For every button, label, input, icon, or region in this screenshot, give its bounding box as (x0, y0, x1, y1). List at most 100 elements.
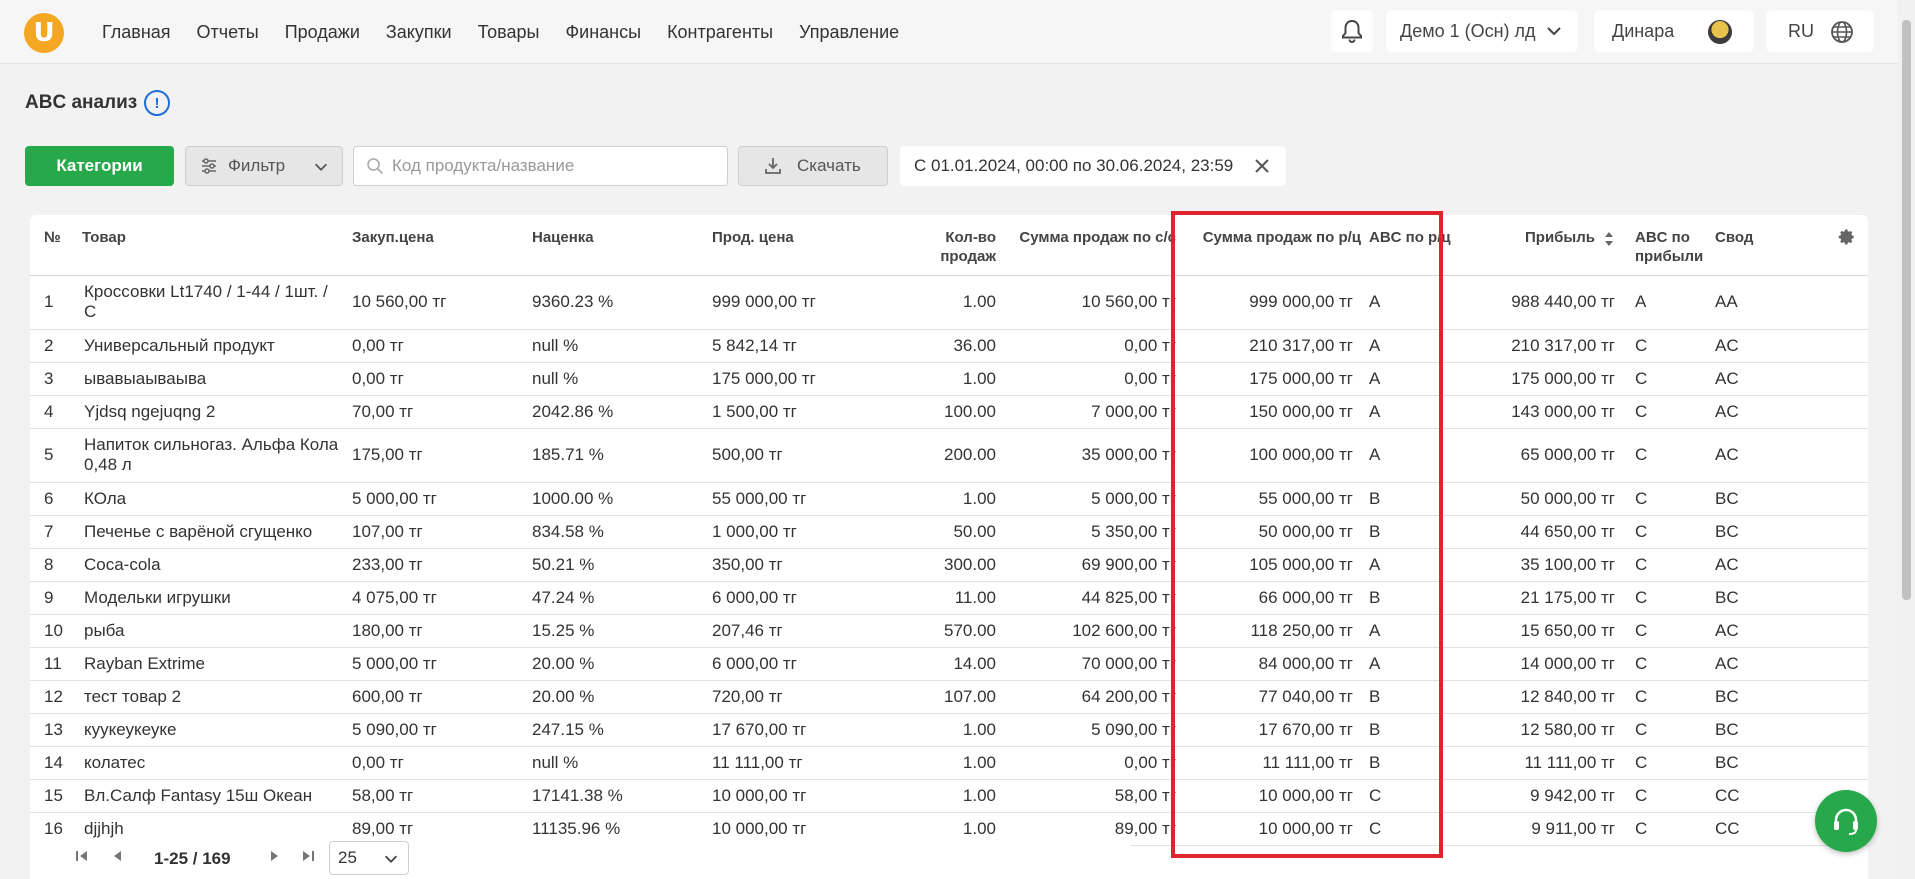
row-num: 13 (30, 713, 78, 747)
nav-home[interactable]: Главная (102, 22, 171, 43)
last-page-icon[interactable] (300, 848, 316, 864)
row-abc-retail: B (1365, 680, 1457, 714)
avatar (1708, 20, 1732, 44)
row-markup: null % (528, 362, 708, 396)
table-row[interactable]: 7 Печенье с варёной сгущенко 107,00 тг 834.… (30, 515, 1868, 549)
col-abc-profit-header[interactable]: ABC по прибыли (1619, 215, 1711, 276)
row-abc-profit: C (1619, 548, 1711, 582)
table-row[interactable]: 11 Rayban Extrime 5 000,00 тг 20.00 % 6 000,… (30, 647, 1868, 681)
page-size-select[interactable]: 25 (329, 841, 409, 875)
table-row[interactable]: 9 Модельки игрушки 4 075,00 тг 47.24 % 6 000… (30, 581, 1868, 615)
row-summary: AC (1711, 647, 1868, 681)
nav-counterparties[interactable]: Контрагенты (667, 22, 773, 43)
col-sum-retail-header[interactable]: Сумма продаж по р/ц (1180, 215, 1365, 276)
sort-icon[interactable] (1603, 230, 1615, 248)
logo[interactable]: U (24, 13, 64, 53)
first-page-icon[interactable] (74, 848, 90, 864)
user-menu[interactable]: Динара (1594, 10, 1754, 52)
row-summary: BC (1711, 713, 1868, 747)
row-product: колатес (78, 746, 348, 780)
table-row[interactable]: 5 Напиток сильногаз. Альфа Кола 0,48 л 175… (30, 428, 1868, 483)
row-sum-cost: 35 000,00 тг (1000, 428, 1180, 483)
row-abc-retail: A (1365, 362, 1457, 396)
row-sum-retail: 150 000,00 тг (1180, 395, 1365, 429)
row-sum-cost: 0,00 тг (1000, 746, 1180, 780)
table-row[interactable]: 13 куукеукеуке 5 090,00 тг 247.15 % 17 670,0… (30, 713, 1868, 747)
date-range-text: С 01.01.2024, 00:00 по 30.06.2024, 23:59 (914, 156, 1234, 175)
next-page-icon[interactable] (266, 848, 282, 864)
chevron-down-icon (1547, 27, 1561, 36)
table-row[interactable]: 12 тест товар 2 600,00 тг 20.00 % 720,00 тг 1… (30, 680, 1868, 714)
row-profit: 35 100,00 тг (1457, 548, 1619, 582)
col-profit-header[interactable]: Прибыль (1457, 215, 1619, 276)
download-button[interactable]: Скачать (738, 146, 888, 186)
row-sale-price: 6 000,00 тг (708, 647, 883, 681)
row-profit: 12 840,00 тг (1457, 680, 1619, 714)
prev-page-icon[interactable] (110, 848, 126, 864)
gear-icon[interactable] (1838, 228, 1856, 246)
row-summary: BC (1711, 680, 1868, 714)
row-summary: BC (1711, 581, 1868, 615)
table-row[interactable]: 6 КОла 5 000,00 тг 1000.00 % 55 000,00 тг 1.0… (30, 482, 1868, 516)
categories-button[interactable]: Категории (25, 146, 174, 186)
nav-sales[interactable]: Продажи (285, 22, 360, 43)
col-sale-price-header[interactable]: Прод. цена (708, 215, 883, 276)
row-sale-price: 720,00 тг (708, 680, 883, 714)
row-qty: 107.00 (883, 680, 1000, 714)
row-purchase-price: 600,00 тг (348, 680, 528, 714)
row-markup: null % (528, 329, 708, 363)
row-profit: 15 650,00 тг (1457, 614, 1619, 648)
nav-purchases[interactable]: Закупки (386, 22, 452, 43)
table-row[interactable]: 10 рыба 180,00 тг 15.25 % 207,46 тг 570.00 102… (30, 614, 1868, 648)
nav-reports[interactable]: Отчеты (197, 22, 259, 43)
account-selector[interactable]: Демо 1 (Осн) лд (1386, 10, 1578, 52)
notifications-button[interactable] (1331, 10, 1373, 52)
col-purchase-price-header[interactable]: Закуп.цена (348, 215, 528, 276)
row-abc-retail: A (1365, 395, 1457, 429)
logo-letter: U (33, 18, 55, 48)
row-purchase-price: 0,00 тг (348, 746, 528, 780)
language-selector[interactable]: RU (1766, 10, 1874, 52)
col-markup-header[interactable]: Наценка (528, 215, 708, 276)
table-row[interactable]: 2 Универсальный продукт 0,00 тг null % 5 842… (30, 329, 1868, 363)
row-num: 7 (30, 515, 78, 549)
row-profit: 12 580,00 тг (1457, 713, 1619, 747)
scrollbar-thumb[interactable] (1902, 20, 1911, 600)
search-input[interactable] (392, 156, 712, 176)
row-product: куукеукеуке (78, 713, 348, 747)
row-sum-cost: 70 000,00 тг (1000, 647, 1180, 681)
row-abc-profit: C (1619, 779, 1711, 813)
table-row[interactable]: 14 колатес 0,00 тг null % 11 111,00 тг 1.00 0,… (30, 746, 1868, 780)
table-row[interactable]: 1 Кроссовки Lt1740 / 1-44 / 1шт. / С 10 56… (30, 275, 1868, 330)
row-abc-profit: C (1619, 713, 1711, 747)
col-summary-header[interactable]: Свод (1711, 215, 1868, 276)
close-icon[interactable] (1252, 156, 1272, 176)
row-markup: 50.21 % (528, 548, 708, 582)
nav-management[interactable]: Управление (799, 22, 899, 43)
row-product: тест товар 2 (78, 680, 348, 714)
search-box[interactable] (353, 146, 728, 186)
filter-button[interactable]: Фильтр (185, 146, 343, 186)
nav-products[interactable]: Товары (478, 22, 540, 43)
info-icon[interactable]: ! (144, 90, 170, 116)
row-summary: AC (1711, 395, 1868, 429)
table-row[interactable]: 8 Coca-cola 233,00 тг 50.21 % 350,00 тг 300.0… (30, 548, 1868, 582)
col-qty-header[interactable]: Кол-во продаж (883, 215, 1000, 276)
page-scrollbar[interactable] (1898, 0, 1915, 879)
row-purchase-price: 233,00 тг (348, 548, 528, 582)
col-num-header[interactable]: № (30, 215, 78, 276)
table-row[interactable]: 4 Yjdsq ngejuqng 2 70,00 тг 2042.86 % 1 500,… (30, 395, 1868, 429)
row-purchase-price: 180,00 тг (348, 614, 528, 648)
date-range-chip[interactable]: С 01.01.2024, 00:00 по 30.06.2024, 23:59 (900, 146, 1286, 186)
row-abc-retail: B (1365, 713, 1457, 747)
row-num: 4 (30, 395, 78, 429)
row-num: 11 (30, 647, 78, 681)
col-abc-retail-header[interactable]: ABC по р/ц (1365, 215, 1457, 276)
table-row[interactable]: 15 Вл.Салф Fantasy 15ш Океан 58,00 тг 17141… (30, 779, 1868, 813)
row-profit: 65 000,00 тг (1457, 428, 1619, 483)
nav-finance[interactable]: Финансы (565, 22, 641, 43)
col-sum-cost-header[interactable]: Сумма продаж по с/с (1000, 215, 1180, 276)
table-row[interactable]: 3 ывавыаываыва 0,00 тг null % 175 000,00 тг 1… (30, 362, 1868, 396)
col-product-header[interactable]: Товар (78, 215, 348, 276)
support-button[interactable] (1815, 790, 1877, 852)
